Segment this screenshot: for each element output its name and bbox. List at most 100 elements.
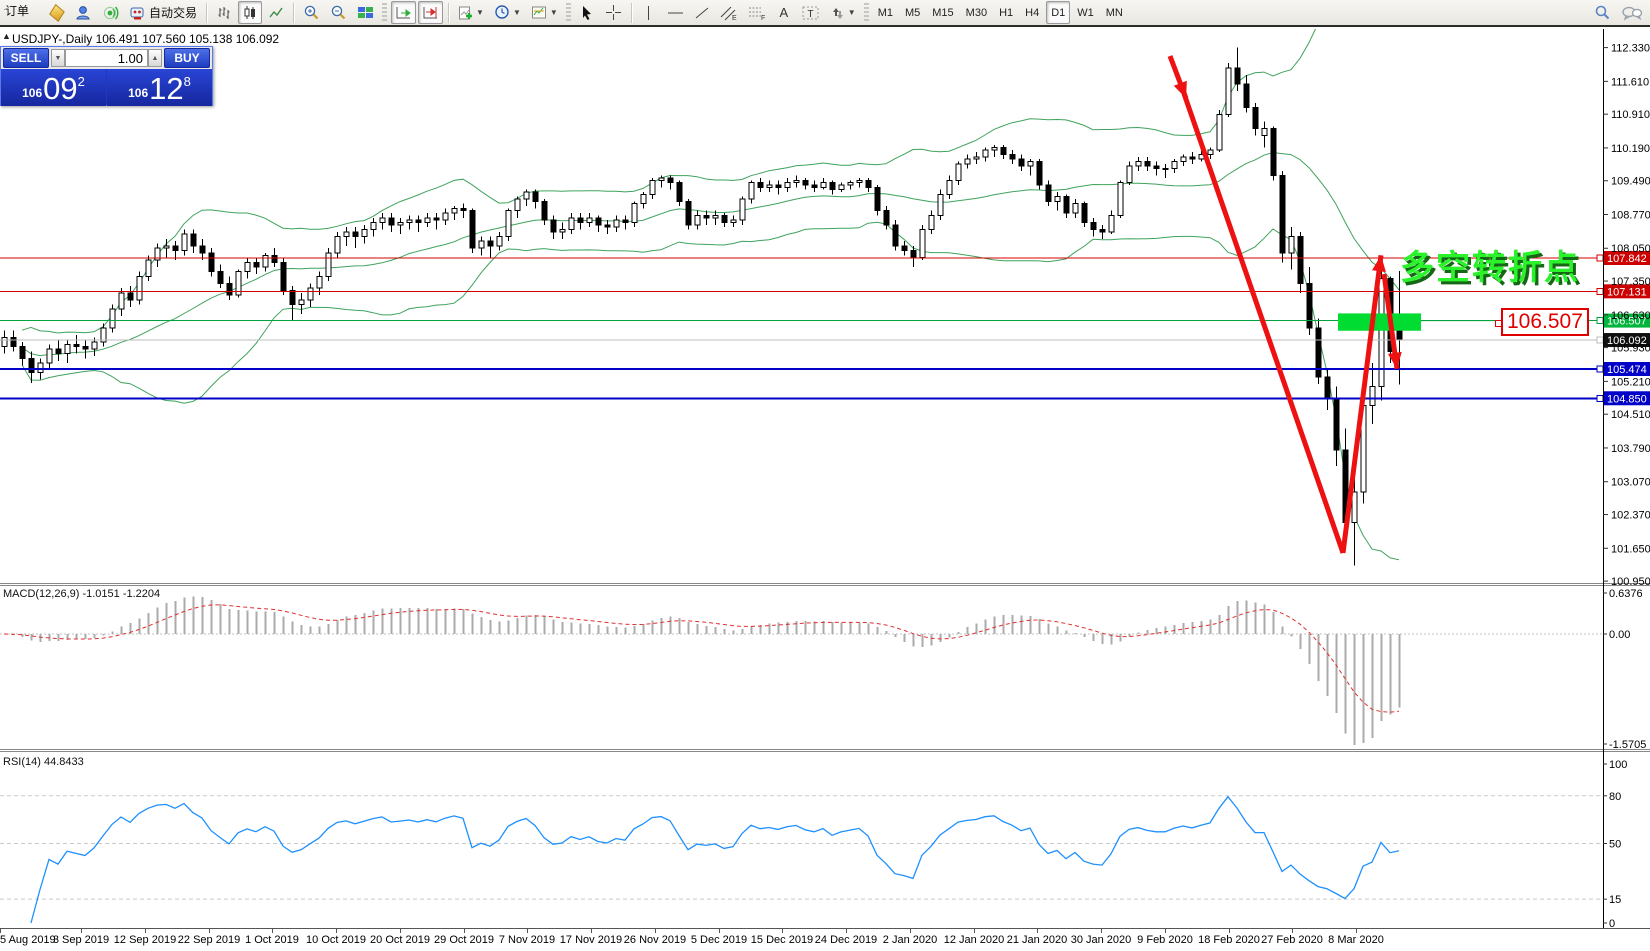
line-chart-button[interactable]	[264, 1, 288, 24]
svg-text:80: 80	[1609, 791, 1621, 803]
svg-text:107.131: 107.131	[1607, 286, 1647, 298]
ask-point: 8	[184, 74, 191, 89]
search-button[interactable]	[1589, 1, 1615, 24]
candlestick-chart-button[interactable]	[238, 1, 262, 24]
volume-decrease-button[interactable]: ▼	[51, 49, 65, 67]
marketwatch-button[interactable]	[45, 1, 69, 24]
date-axis[interactable]: 5 Aug 20193 Sep 201912 Sep 201922 Sep 20…	[0, 929, 1384, 946]
chat-icon	[1621, 4, 1643, 22]
vertical-line-tool[interactable]	[637, 1, 661, 24]
svg-text:110.190: 110.190	[1611, 143, 1650, 155]
oneclick-collapse-icon[interactable]: ▲	[2, 31, 11, 41]
zoom-in-icon	[303, 4, 320, 21]
crosshair-icon	[605, 4, 622, 21]
svg-text:102.370: 102.370	[1611, 510, 1650, 522]
trendline-tool[interactable]	[690, 1, 714, 24]
svg-text:10 Oct 2019: 10 Oct 2019	[306, 934, 366, 946]
search-icon	[1593, 4, 1611, 22]
svg-text:108.770: 108.770	[1611, 209, 1650, 221]
candlestick-series	[2, 48, 1402, 566]
toolbar-grip[interactable]	[864, 3, 869, 23]
autotrading-button[interactable]: 自动交易	[125, 1, 201, 24]
toolbar-separator	[293, 3, 294, 23]
svg-text:-1.5705: -1.5705	[1609, 739, 1646, 751]
volume-input[interactable]	[65, 49, 148, 67]
text-label-tool[interactable]: T	[798, 1, 824, 24]
macd-indicator-label: MACD(12,26,9) -1.0151 -1.2204	[3, 588, 160, 600]
equidistant-channel-tool[interactable]: E	[716, 1, 742, 24]
svg-text:112.330: 112.330	[1611, 43, 1650, 55]
autotrade-robot-icon	[129, 5, 146, 21]
svg-text:50: 50	[1609, 839, 1621, 851]
rsi-indicator-label: RSI(14) 44.8433	[3, 756, 84, 768]
macd-panel	[0, 597, 1603, 745]
bid-price[interactable]: 106 09 2	[1, 69, 106, 106]
buy-button[interactable]: BUY	[164, 48, 210, 68]
cursor-button[interactable]	[575, 1, 599, 24]
profile-icon	[75, 4, 92, 21]
svg-text:105.930: 105.930	[1611, 343, 1650, 355]
timeframe-button-H1[interactable]: H1	[994, 1, 1018, 24]
svg-text:2 Jan 2020: 2 Jan 2020	[883, 934, 937, 946]
toolbar-grip[interactable]	[382, 3, 387, 23]
timeframe-button-MN[interactable]: MN	[1101, 1, 1128, 24]
timeframe-button-M30[interactable]: M30	[961, 1, 992, 24]
timeframe-button-M5[interactable]: M5	[900, 1, 925, 24]
gem-icon	[49, 4, 65, 22]
ask-pips: 12	[149, 75, 183, 103]
price-axis[interactable]: 107.842107.131106.507106.092105.474104.8…	[1603, 43, 1650, 930]
chart-canvas[interactable]: 107.842107.131106.507106.092105.474104.8…	[0, 0, 1650, 951]
timeframe-button-H4[interactable]: H4	[1020, 1, 1044, 24]
periods-button[interactable]: ▼	[490, 1, 525, 24]
profile-button[interactable]	[71, 1, 96, 24]
timeframe-button-M15[interactable]: M15	[927, 1, 958, 24]
svg-text:0.6376: 0.6376	[1609, 588, 1643, 600]
timeframe-button-W1[interactable]: W1	[1072, 1, 1099, 24]
templates-button[interactable]: ▼	[527, 1, 562, 24]
fibonacci-icon: F	[748, 5, 766, 21]
svg-text:5 Aug 2019: 5 Aug 2019	[0, 934, 56, 946]
svg-text:15: 15	[1609, 894, 1621, 906]
mt4-window: 新订单 自动交易	[0, 0, 1650, 951]
zoom-out-button[interactable]	[326, 1, 351, 24]
timeframe-button-M1[interactable]: M1	[873, 1, 898, 24]
volume-increase-button[interactable]: ▲	[148, 49, 162, 67]
svg-text:104.850: 104.850	[1607, 393, 1647, 405]
toolbar-grip[interactable]	[566, 3, 571, 23]
timeframe-button-D1[interactable]: D1	[1046, 1, 1070, 24]
autotrading-label: 自动交易	[149, 4, 197, 21]
green-zone-rectangle[interactable]	[1338, 313, 1501, 330]
indicators-button[interactable]: ▼	[454, 1, 488, 24]
chart-title: USDJPY-,Daily 106.491 107.560 105.138 10…	[12, 32, 279, 46]
channel-icon: E	[720, 5, 738, 21]
text-tool[interactable]: A	[772, 1, 796, 24]
trend-arrows[interactable]	[1170, 56, 1402, 553]
svg-text:3 Sep 2019: 3 Sep 2019	[53, 934, 109, 946]
rsi-panel	[0, 796, 1603, 923]
dropdown-caret-icon: ▼	[476, 8, 484, 17]
text-tool-icon: A	[779, 5, 788, 20]
svg-text:30 Jan 2020: 30 Jan 2020	[1071, 934, 1132, 946]
svg-text:12 Sep 2019: 12 Sep 2019	[114, 934, 176, 946]
arrows-tool[interactable]: ▼	[826, 1, 860, 24]
price-tag-annotation[interactable]: 106.507	[1501, 308, 1589, 336]
sell-button[interactable]: SELL	[3, 48, 49, 68]
auto-scroll-button[interactable]	[391, 1, 416, 24]
ask-price[interactable]: 106 12 8	[107, 69, 212, 106]
crosshair-button[interactable]	[601, 1, 626, 24]
dropdown-caret-icon: ▼	[513, 8, 521, 17]
arrows-icon	[830, 5, 846, 21]
svg-text:111.610: 111.610	[1611, 76, 1649, 88]
bar-chart-button[interactable]	[212, 1, 236, 24]
horizontal-line-tool[interactable]	[663, 1, 688, 24]
signals-button[interactable]	[98, 1, 123, 24]
chat-button[interactable]	[1617, 1, 1647, 24]
fibonacci-tool[interactable]: F	[744, 1, 770, 24]
tile-windows-button[interactable]	[353, 1, 378, 24]
chart-shift-button[interactable]	[418, 1, 443, 24]
new-order-button[interactable]: 新订单	[3, 1, 43, 24]
svg-text:21 Jan 2020: 21 Jan 2020	[1007, 934, 1068, 946]
turning-point-annotation[interactable]: 多空转折点	[1400, 240, 1580, 289]
zoom-in-button[interactable]	[299, 1, 324, 24]
toolbar: 新订单 自动交易	[0, 0, 1650, 27]
